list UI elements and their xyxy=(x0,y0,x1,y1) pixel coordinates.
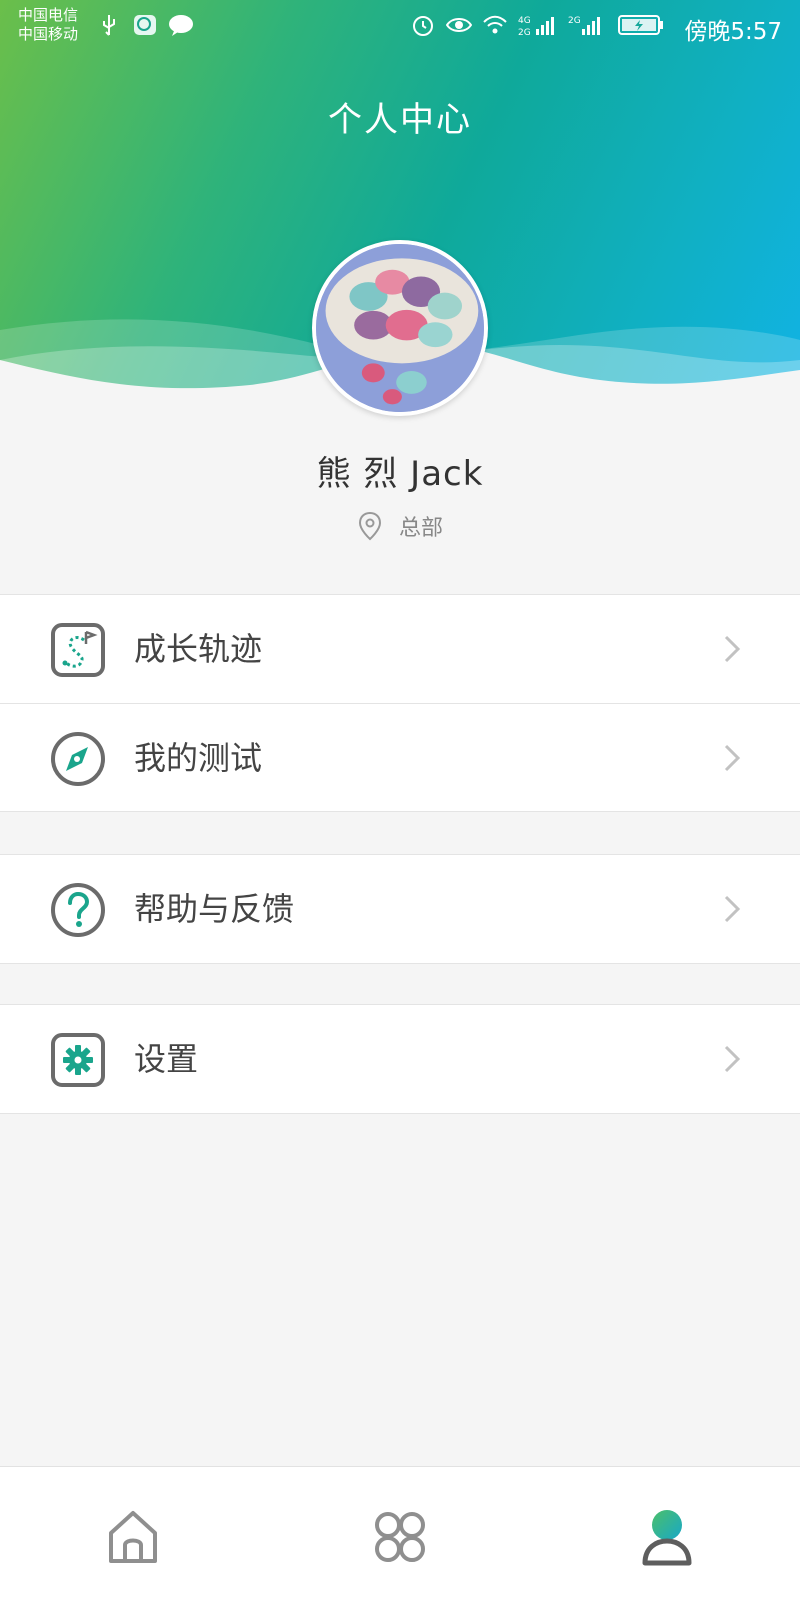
status-time: 傍晚5:57 xyxy=(684,19,782,45)
menu-label-help-feedback: 帮助与反馈 xyxy=(134,890,295,928)
menu-group-2: 帮助与反馈 xyxy=(0,854,800,964)
status-left-icons xyxy=(96,12,194,38)
menu-item-growth-path[interactable]: 成长轨迹 xyxy=(0,595,800,703)
gear-icon xyxy=(51,1033,105,1087)
alarm-icon xyxy=(410,12,436,38)
menu-label-growth-path: 成长轨迹 xyxy=(134,630,263,668)
menu-group-3: 设置 xyxy=(0,1004,800,1114)
profile-icon[interactable] xyxy=(637,1505,697,1569)
chevron-right-icon xyxy=(724,1045,741,1073)
chevron-right-icon xyxy=(724,635,741,663)
usb-icon xyxy=(96,12,122,38)
home-icon[interactable] xyxy=(103,1505,163,1569)
avatar[interactable] xyxy=(312,240,488,416)
svg-text:4G: 4G xyxy=(518,16,531,26)
compass-icon xyxy=(51,732,105,786)
svg-text:2G: 2G xyxy=(518,28,531,37)
carrier-labels: 中国电信 中国移动 xyxy=(18,6,78,44)
message-icon xyxy=(168,12,194,38)
menu-item-settings[interactable]: 设置 xyxy=(0,1005,800,1113)
chevron-right-icon xyxy=(724,744,741,772)
menu-item-help-feedback[interactable]: 帮助与反馈 xyxy=(0,855,800,963)
svg-text:2G: 2G xyxy=(568,16,581,26)
menu-label-my-tests: 我的测试 xyxy=(134,739,263,777)
menu-label-settings: 设置 xyxy=(134,1040,199,1078)
chat-app-icon xyxy=(132,12,158,38)
wifi-icon xyxy=(482,12,508,38)
apps-icon[interactable] xyxy=(370,1505,430,1569)
growth-path-icon xyxy=(51,623,105,677)
signal-2-icon: 2G xyxy=(568,12,608,38)
signal-1-icon: 4G 2G xyxy=(518,12,558,38)
carrier-2: 中国移动 xyxy=(18,25,79,43)
bottom-tab-bar xyxy=(0,1466,800,1600)
user-location: 总部 xyxy=(0,510,800,542)
menu-group-1: 成长轨迹 我的测试 xyxy=(0,594,800,812)
location-pin-icon xyxy=(358,511,381,541)
user-name: 熊 烈 Jack xyxy=(316,454,484,494)
location-label: 总部 xyxy=(398,516,443,541)
menu-item-my-tests[interactable]: 我的测试 xyxy=(0,703,800,811)
status-bar: 中国电信 中国移动 4G 2G 2G 傍晚5:57 xyxy=(0,0,800,56)
battery-icon xyxy=(618,12,664,38)
eye-icon xyxy=(446,12,472,38)
avatar-photo xyxy=(316,244,484,412)
help-icon xyxy=(51,883,105,937)
page-title: 个人中心 xyxy=(328,100,472,140)
chevron-right-icon xyxy=(724,895,741,923)
carrier-1: 中国电信 xyxy=(18,6,79,24)
status-right-icons: 4G 2G 2G xyxy=(410,12,664,38)
